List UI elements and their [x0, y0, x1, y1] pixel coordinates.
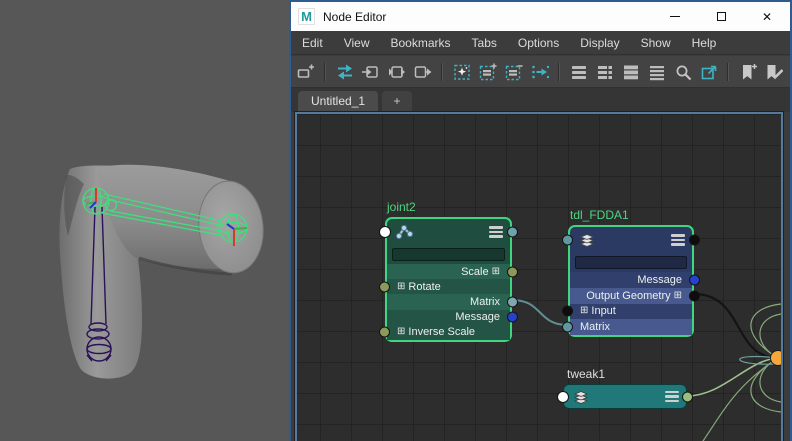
frame-graph-icon[interactable] [698, 61, 719, 82]
menu-edit[interactable]: Edit [302, 36, 323, 50]
port-joint2-scale[interactable] [507, 266, 518, 277]
node-joint2[interactable]: Scale ⊞ ⊞ Rotate Matrix Message [385, 217, 512, 342]
mesh-scene [0, 0, 289, 441]
port-joint2-message[interactable] [507, 312, 518, 323]
expand-icon[interactable]: ⊞ [580, 306, 588, 316]
output-connections-icon[interactable] [412, 61, 433, 82]
maya-app-icon: M [298, 8, 315, 25]
menu-bookmarks[interactable]: Bookmarks [390, 36, 450, 50]
deformer-node-icon [577, 231, 597, 249]
toolbar [291, 56, 790, 88]
maximize-button[interactable] [698, 2, 744, 31]
node-title-joint2[interactable]: joint2 [387, 200, 416, 214]
layout-custom-icon[interactable] [646, 61, 667, 82]
edge-junction-dot [771, 351, 782, 366]
minimize-icon [670, 16, 680, 17]
create-bookmark-icon[interactable] [737, 61, 758, 82]
node-joint2-header[interactable] [387, 219, 510, 245]
row-tdl-output-geometry[interactable]: Output Geometry ⊞ [570, 288, 692, 304]
node-tdl-filter-field[interactable] [575, 256, 687, 269]
port-joint2-header-left[interactable] [379, 226, 391, 238]
node-tdl-fdda1[interactable]: Message Output Geometry ⊞ ⊞ Input M [568, 225, 694, 337]
minimize-button[interactable] [652, 2, 698, 31]
row-joint2-rotate[interactable]: ⊞ Rotate [387, 279, 510, 294]
expand-icon[interactable]: ⊞ [397, 282, 405, 292]
viewport-3d[interactable] [0, 0, 289, 441]
create-node-icon[interactable] [295, 61, 316, 82]
port-joint2-header-right[interactable] [507, 227, 518, 238]
add-to-graph-icon[interactable] [451, 61, 472, 82]
add-selected-nodes-icon[interactable] [477, 61, 498, 82]
graph-panel: joint2 Sca [295, 112, 783, 441]
port-tweak1-output[interactable] [682, 391, 693, 402]
row-joint2-message[interactable]: Message [387, 310, 510, 325]
connection-wires [297, 114, 781, 441]
row-tdl-input[interactable]: ⊞ Input [570, 304, 692, 320]
port-tdl-output-geometry[interactable] [689, 290, 700, 301]
maximize-icon [717, 12, 726, 21]
toggle-selection-sync-icon[interactable] [334, 61, 355, 82]
graph-connected-icon[interactable] [529, 61, 550, 82]
node-menu-icon[interactable] [671, 234, 685, 246]
node-menu-icon[interactable] [665, 391, 679, 403]
port-tdl-header-left[interactable] [562, 235, 573, 246]
tab-untitled-1[interactable]: Untitled_1 [298, 91, 378, 112]
layout-connected-icon[interactable] [594, 61, 615, 82]
node-tdl-header[interactable] [570, 227, 692, 253]
edit-bookmark-icon[interactable] [763, 61, 784, 82]
node-menu-icon[interactable] [489, 226, 503, 238]
layout-simple-icon[interactable] [568, 61, 589, 82]
toolbar-separator [727, 63, 729, 81]
search-icon[interactable] [672, 61, 693, 82]
row-joint2-inverse-scale[interactable]: ⊞ Inverse Scale [387, 325, 510, 340]
port-tdl-message[interactable] [689, 274, 700, 285]
input-connections-icon[interactable] [360, 61, 381, 82]
toolbar-separator [324, 63, 326, 81]
port-joint2-rotate[interactable] [379, 281, 390, 292]
menubar: Edit View Bookmarks Tabs Options Display… [291, 31, 790, 55]
titlebar[interactable]: M Node Editor ✕ [291, 2, 790, 31]
remove-selected-nodes-icon[interactable] [503, 61, 524, 82]
node-joint2-filter-field[interactable] [392, 248, 505, 261]
toolbar-separator [558, 63, 560, 81]
menu-options[interactable]: Options [518, 36, 559, 50]
row-tdl-matrix[interactable]: Matrix [570, 319, 692, 335]
window-title: Node Editor [323, 10, 386, 24]
port-tdl-header-right[interactable] [689, 235, 700, 246]
menu-show[interactable]: Show [641, 36, 671, 50]
node-editor-window: M Node Editor ✕ Edit View Bookmarks Tabs… [289, 0, 792, 441]
node-title-tweak1[interactable]: tweak1 [567, 367, 605, 381]
node-title-tdl-fdda1[interactable]: tdl_FDDA1 [570, 208, 629, 222]
layout-all-icon[interactable] [620, 61, 641, 82]
row-tdl-message[interactable]: Message [570, 272, 692, 288]
menu-help[interactable]: Help [692, 36, 717, 50]
tabbar: Untitled_1 + [291, 88, 790, 112]
menu-tabs[interactable]: Tabs [472, 36, 497, 50]
port-tdl-matrix[interactable] [562, 322, 573, 333]
close-button[interactable]: ✕ [744, 2, 790, 31]
menu-view[interactable]: View [344, 36, 370, 50]
input-output-connections-icon[interactable] [386, 61, 407, 82]
add-tab-button[interactable]: + [382, 91, 412, 112]
node-graph[interactable]: joint2 Sca [297, 114, 781, 441]
port-tdl-input[interactable] [562, 306, 573, 317]
row-joint2-scale[interactable]: Scale ⊞ [387, 264, 510, 279]
port-tweak1-left[interactable] [557, 391, 569, 403]
port-joint2-inverse-scale[interactable] [379, 327, 390, 338]
toolbar-separator [441, 63, 443, 81]
joint-node-icon [394, 223, 414, 241]
expand-icon[interactable]: ⊞ [674, 291, 682, 301]
expand-icon[interactable]: ⊞ [492, 267, 500, 277]
port-joint2-matrix[interactable] [507, 297, 518, 308]
expand-icon[interactable]: ⊞ [397, 327, 405, 337]
screen: M Node Editor ✕ Edit View Bookmarks Tabs… [0, 0, 792, 441]
menu-display[interactable]: Display [580, 36, 619, 50]
row-joint2-matrix[interactable]: Matrix [387, 294, 510, 309]
node-tweak1[interactable] [563, 384, 687, 409]
tweak-node-icon [571, 388, 591, 406]
